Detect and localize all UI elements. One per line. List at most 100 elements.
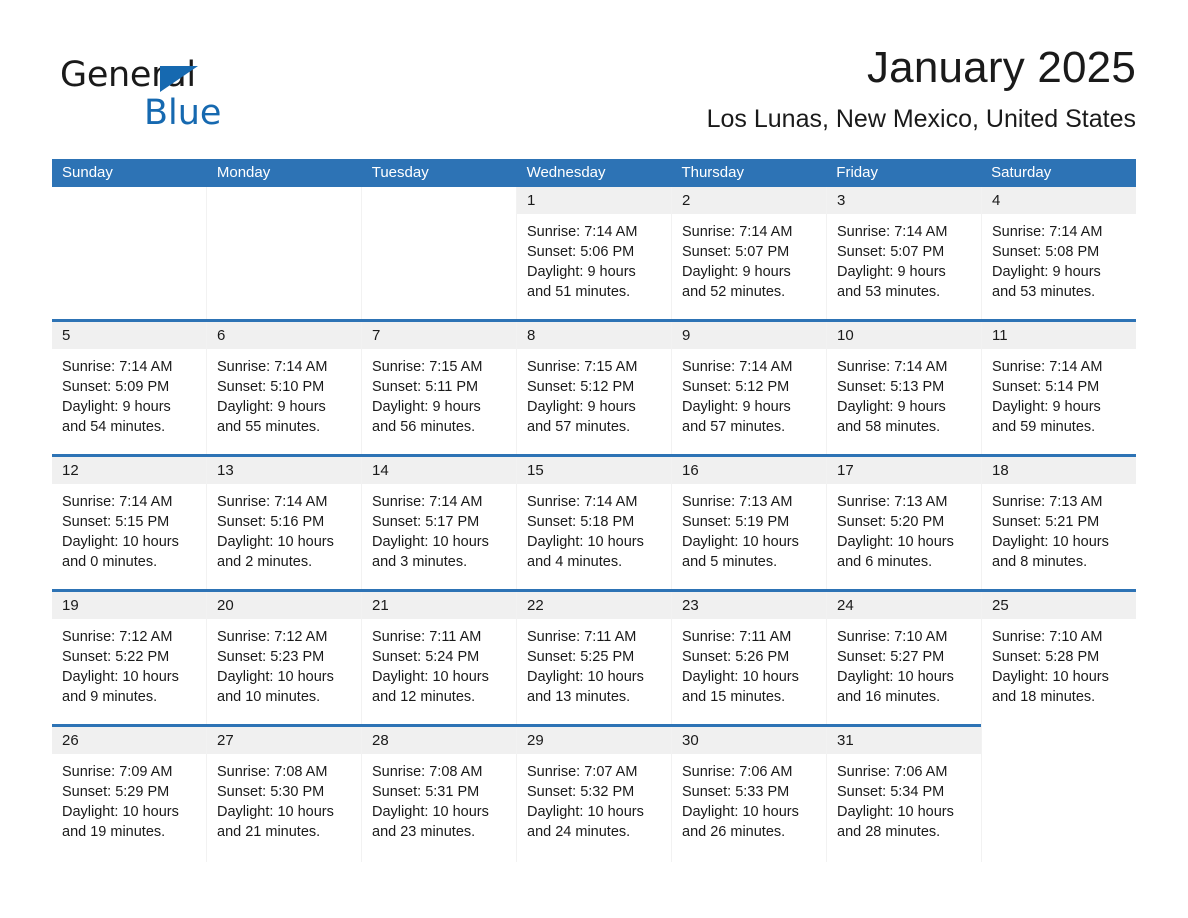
- day-info-line: Sunrise: 7:12 AM: [62, 629, 173, 645]
- day-number: 25: [982, 592, 1136, 619]
- day-number: 8: [517, 322, 671, 349]
- day-sun-info: Sunrise: 7:14 AM Sunset: 5:07 PM Daylight:…: [672, 214, 826, 302]
- day-number: 24: [827, 592, 981, 619]
- day-info-line: and 57 minutes.: [527, 419, 631, 435]
- day-info-line: Sunset: 5:15 PM: [62, 514, 170, 530]
- calendar-day-cell[interactable]: 4 Sunrise: 7:14 AM Sunset: 5:08 PM Daylight…: [982, 187, 1136, 322]
- day-info-line: Sunrise: 7:14 AM: [992, 224, 1103, 240]
- day-info-line: Sunset: 5:23 PM: [217, 649, 325, 665]
- day-info-line: Sunset: 5:28 PM: [992, 649, 1100, 665]
- page-header: General Blue January 2025 Los Lunas, New…: [52, 40, 1136, 150]
- day-info-line: Daylight: 10 hours: [527, 669, 644, 685]
- calendar-day-cell[interactable]: 10 Sunrise: 7:14 AM Sunset: 5:13 PM Dayligh…: [827, 322, 982, 457]
- day-info-line: Sunrise: 7:14 AM: [217, 359, 328, 375]
- day-sun-info: [52, 214, 206, 222]
- day-number: 13: [207, 457, 361, 484]
- calendar-day-cell[interactable]: 23 Sunrise: 7:11 AM Sunset: 5:26 PM Dayligh…: [672, 592, 827, 727]
- calendar-day-cell[interactable]: 14 Sunrise: 7:14 AM Sunset: 5:17 PM Dayligh…: [362, 457, 517, 592]
- calendar-day-cell[interactable]: 25 Sunrise: 7:10 AM Sunset: 5:28 PM Dayligh…: [982, 592, 1136, 727]
- day-info-line: Daylight: 9 hours: [837, 264, 946, 280]
- calendar-day-cell[interactable]: 22 Sunrise: 7:11 AM Sunset: 5:25 PM Dayligh…: [517, 592, 672, 727]
- calendar-day-cell[interactable]: 9 Sunrise: 7:14 AM Sunset: 5:12 PM Daylight…: [672, 322, 827, 457]
- day-info-line: Sunset: 5:21 PM: [992, 514, 1100, 530]
- calendar-day-cell[interactable]: 17 Sunrise: 7:13 AM Sunset: 5:20 PM Dayligh…: [827, 457, 982, 592]
- day-sun-info: Sunrise: 7:11 AM Sunset: 5:26 PM Daylight:…: [672, 619, 826, 707]
- day-info-line: Daylight: 10 hours: [837, 534, 954, 550]
- day-info-line: Sunrise: 7:08 AM: [217, 764, 328, 780]
- day-info-line: and 53 minutes.: [837, 284, 941, 300]
- calendar-day-cell[interactable]: 13 Sunrise: 7:14 AM Sunset: 5:16 PM Dayligh…: [207, 457, 362, 592]
- calendar-day-cell[interactable]: 19 Sunrise: 7:12 AM Sunset: 5:22 PM Dayligh…: [52, 592, 207, 727]
- calendar-day-cell[interactable]: 1 Sunrise: 7:14 AM Sunset: 5:06 PM Daylight…: [517, 187, 672, 322]
- calendar-day-cell[interactable]: 8 Sunrise: 7:15 AM Sunset: 5:12 PM Daylight…: [517, 322, 672, 457]
- calendar-day-cell[interactable]: 7 Sunrise: 7:15 AM Sunset: 5:11 PM Daylight…: [362, 322, 517, 457]
- calendar-weeks: 1 Sunrise: 7:14 AM Sunset: 5:06 PM Daylight…: [52, 187, 1136, 862]
- day-sun-info: [982, 754, 1136, 762]
- calendar-day-cell[interactable]: 2 Sunrise: 7:14 AM Sunset: 5:07 PM Daylight…: [672, 187, 827, 322]
- day-sun-info: Sunrise: 7:12 AM Sunset: 5:23 PM Daylight:…: [207, 619, 361, 707]
- day-info-line: Sunset: 5:32 PM: [527, 784, 635, 800]
- weekday-header-friday: Friday: [836, 164, 878, 181]
- calendar-day-cell[interactable]: 12 Sunrise: 7:14 AM Sunset: 5:15 PM Dayligh…: [52, 457, 207, 592]
- calendar-day-cell[interactable]: 29 Sunrise: 7:07 AM Sunset: 5:32 PM Dayligh…: [517, 727, 672, 862]
- day-info-line: Sunset: 5:19 PM: [682, 514, 790, 530]
- day-info-line: Daylight: 10 hours: [837, 669, 954, 685]
- day-sun-info: Sunrise: 7:13 AM Sunset: 5:20 PM Daylight:…: [827, 484, 981, 572]
- calendar-day-cell[interactable]: 6 Sunrise: 7:14 AM Sunset: 5:10 PM Daylight…: [207, 322, 362, 457]
- calendar-day-cell[interactable]: 21 Sunrise: 7:11 AM Sunset: 5:24 PM Dayligh…: [362, 592, 517, 727]
- day-info-line: Sunset: 5:08 PM: [992, 244, 1100, 260]
- day-info-line: Sunset: 5:10 PM: [217, 379, 325, 395]
- logo-triangle-icon: [160, 66, 198, 92]
- day-info-line: Sunrise: 7:11 AM: [527, 629, 637, 645]
- day-info-line: Daylight: 9 hours: [992, 399, 1101, 415]
- day-info-line: Daylight: 10 hours: [992, 669, 1109, 685]
- day-info-line: and 56 minutes.: [372, 419, 476, 435]
- calendar-day-empty: [362, 187, 517, 322]
- day-info-line: Sunrise: 7:14 AM: [837, 359, 948, 375]
- location-subtitle: Los Lunas, New Mexico, United States: [706, 105, 1136, 133]
- calendar-day-cell[interactable]: 16 Sunrise: 7:13 AM Sunset: 5:19 PM Dayligh…: [672, 457, 827, 592]
- day-info-line: Daylight: 9 hours: [527, 264, 636, 280]
- calendar-day-cell[interactable]: 26 Sunrise: 7:09 AM Sunset: 5:29 PM Dayligh…: [52, 727, 207, 862]
- day-sun-info: Sunrise: 7:14 AM Sunset: 5:07 PM Daylight:…: [827, 214, 981, 302]
- day-info-line: Daylight: 10 hours: [527, 534, 644, 550]
- day-info-line: Sunrise: 7:13 AM: [682, 494, 793, 510]
- day-info-line: Daylight: 10 hours: [372, 534, 489, 550]
- day-info-line: Sunrise: 7:11 AM: [372, 629, 482, 645]
- day-number: 18: [982, 457, 1136, 484]
- calendar-day-cell[interactable]: 3 Sunrise: 7:14 AM Sunset: 5:07 PM Daylight…: [827, 187, 982, 322]
- day-sun-info: Sunrise: 7:06 AM Sunset: 5:33 PM Daylight:…: [672, 754, 826, 842]
- day-info-line: Sunset: 5:06 PM: [527, 244, 635, 260]
- calendar-day-cell[interactable]: 20 Sunrise: 7:12 AM Sunset: 5:23 PM Dayligh…: [207, 592, 362, 727]
- day-info-line: Sunrise: 7:14 AM: [682, 224, 793, 240]
- calendar-day-cell[interactable]: 18 Sunrise: 7:13 AM Sunset: 5:21 PM Dayligh…: [982, 457, 1136, 592]
- day-info-line: Sunrise: 7:14 AM: [527, 224, 638, 240]
- calendar-day-cell[interactable]: 28 Sunrise: 7:08 AM Sunset: 5:31 PM Dayligh…: [362, 727, 517, 862]
- day-info-line: and 18 minutes.: [992, 689, 1096, 705]
- day-info-line: and 3 minutes.: [372, 554, 468, 570]
- day-info-line: Sunrise: 7:14 AM: [682, 359, 793, 375]
- calendar-day-cell[interactable]: 30 Sunrise: 7:06 AM Sunset: 5:33 PM Dayligh…: [672, 727, 827, 862]
- calendar-day-cell[interactable]: 11 Sunrise: 7:14 AM Sunset: 5:14 PM Dayligh…: [982, 322, 1136, 457]
- calendar-day-cell[interactable]: 5 Sunrise: 7:14 AM Sunset: 5:09 PM Daylight…: [52, 322, 207, 457]
- calendar-day-cell[interactable]: 27 Sunrise: 7:08 AM Sunset: 5:30 PM Dayligh…: [207, 727, 362, 862]
- day-number: 10: [827, 322, 981, 349]
- calendar-day-cell[interactable]: 15 Sunrise: 7:14 AM Sunset: 5:18 PM Dayligh…: [517, 457, 672, 592]
- day-info-line: and 9 minutes.: [62, 689, 158, 705]
- calendar-day-cell[interactable]: 24 Sunrise: 7:10 AM Sunset: 5:27 PM Dayligh…: [827, 592, 982, 727]
- day-number: 12: [52, 457, 206, 484]
- day-sun-info: Sunrise: 7:06 AM Sunset: 5:34 PM Daylight:…: [827, 754, 981, 842]
- day-info-line: Sunset: 5:29 PM: [62, 784, 170, 800]
- day-sun-info: [207, 214, 361, 222]
- calendar-day-cell[interactable]: 31 Sunrise: 7:06 AM Sunset: 5:34 PM Dayligh…: [827, 727, 982, 862]
- day-number: 29: [517, 727, 671, 754]
- day-info-line: Sunrise: 7:10 AM: [992, 629, 1103, 645]
- day-number: 21: [362, 592, 516, 619]
- calendar-week-row: 19 Sunrise: 7:12 AM Sunset: 5:22 PM Dayligh…: [52, 589, 1136, 727]
- day-number: 6: [207, 322, 361, 349]
- day-info-line: Daylight: 10 hours: [62, 534, 179, 550]
- day-number: 26: [52, 727, 206, 754]
- day-number: [362, 187, 516, 214]
- day-number: 17: [827, 457, 981, 484]
- day-number: [52, 187, 206, 214]
